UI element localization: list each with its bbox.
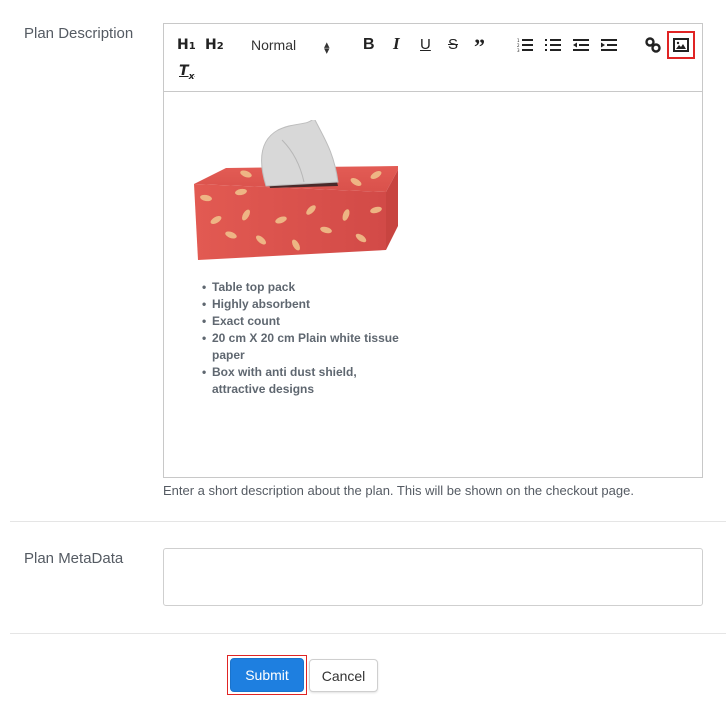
clear-format-sub: x <box>188 71 195 82</box>
heading-2-sub: 2 <box>216 41 224 52</box>
heading-2-label: H <box>205 37 217 53</box>
heading-2-button[interactable]: H2 <box>205 36 224 56</box>
plan-description-label: Plan Description <box>24 25 134 42</box>
link-button[interactable] <box>645 37 661 53</box>
heading-1-sub: 1 <box>188 41 196 52</box>
editor-content[interactable]: Table top pack Highly absorbent Exact co… <box>164 92 702 477</box>
bullet-list-button[interactable] <box>545 38 561 52</box>
heading-1-button[interactable]: H1 <box>177 36 196 56</box>
divider <box>10 521 726 522</box>
bold-button[interactable]: B <box>363 36 375 54</box>
divider <box>10 633 726 634</box>
outdent-icon <box>573 39 589 51</box>
cancel-button[interactable]: Cancel <box>309 659 378 692</box>
indent-icon <box>601 39 617 51</box>
bullet-list-icon <box>545 39 561 51</box>
clear-format-icon: T <box>179 63 189 79</box>
insert-image-button[interactable] <box>667 31 695 59</box>
list-item: 20 cm X 20 cm Plain white tissue paper <box>202 330 412 364</box>
italic-button[interactable]: I <box>393 35 400 53</box>
rich-text-editor: H1 H2 Normal ▴ ▾ B I U S ” 123 Tx • Tabl… <box>163 23 703 478</box>
select-arrows-down-icon: ▾ <box>324 45 330 57</box>
link-icon <box>645 37 661 53</box>
list-item: Exact count <box>202 313 412 330</box>
tissue-box-image <box>194 120 398 260</box>
description-bullet-list: Table top pack Highly absorbent Exact co… <box>202 279 412 398</box>
strikethrough-button[interactable]: S <box>448 36 458 54</box>
list-item: Table top pack <box>202 279 412 296</box>
format-select-value: Normal <box>251 37 297 53</box>
plan-metadata-input[interactable] <box>163 548 703 606</box>
blockquote-button[interactable]: ” <box>474 36 485 58</box>
format-select[interactable]: Normal ▴ ▾ <box>251 36 341 57</box>
ordered-list-icon: 123 <box>517 38 533 52</box>
plan-metadata-label: Plan MetaData <box>24 550 124 567</box>
image-icon <box>673 38 689 52</box>
list-item: Highly absorbent <box>202 296 412 313</box>
submit-button[interactable]: Submit <box>230 658 304 692</box>
quote-icon: ” <box>474 34 485 59</box>
underline-button[interactable]: U <box>420 36 431 54</box>
indent-button[interactable] <box>601 38 617 52</box>
submit-highlight: Submit <box>227 655 307 695</box>
ordered-list-button[interactable]: 123 <box>517 38 533 52</box>
outdent-button[interactable] <box>573 38 589 52</box>
heading-1-label: H <box>177 37 189 53</box>
svg-text:3: 3 <box>517 48 520 52</box>
list-item: Box with anti dust shield, attractive de… <box>202 364 412 398</box>
clear-format-button[interactable]: Tx <box>179 62 194 86</box>
description-help-text: Enter a short description about the plan… <box>163 483 634 498</box>
editor-toolbar: H1 H2 Normal ▴ ▾ B I U S ” 123 Tx <box>164 24 702 92</box>
